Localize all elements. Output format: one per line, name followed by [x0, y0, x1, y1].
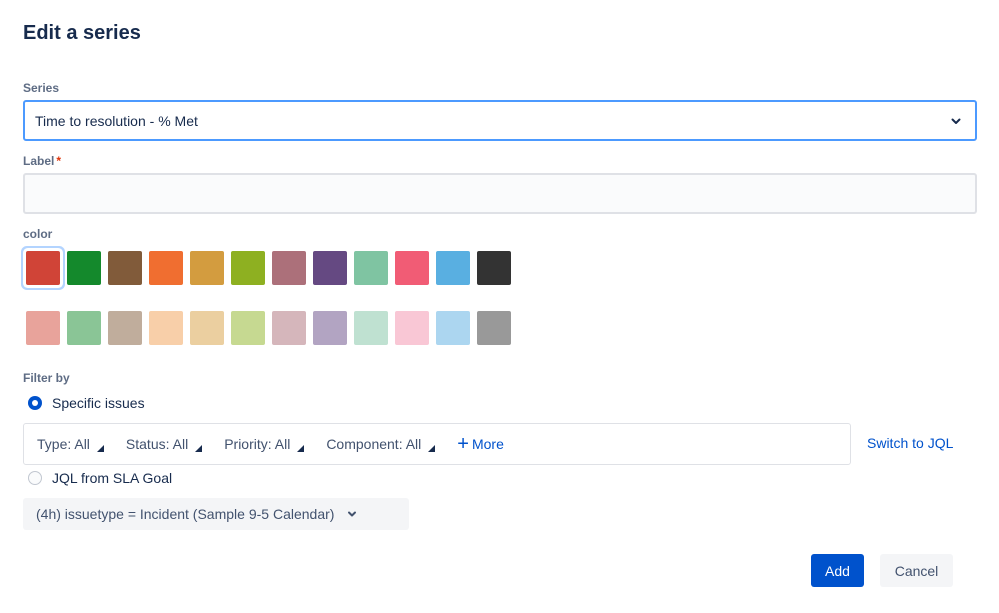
plus-icon: + — [457, 433, 469, 455]
color-swatch-wrap — [272, 251, 313, 285]
color-swatch-wrap — [477, 311, 518, 345]
color-swatch-wrap — [67, 311, 108, 345]
color-swatch-wrap — [272, 311, 313, 345]
filter-dropdown-label: Type: All — [37, 436, 90, 452]
filter-dropdown[interactable]: Status: All — [125, 436, 203, 452]
filter-by-label: Filter by — [23, 371, 70, 385]
label-field-label: Label * — [23, 154, 62, 168]
radio-checked[interactable] — [28, 396, 42, 410]
filter-bar: Type: All Status: All Priority: All Compone… — [23, 423, 851, 465]
color-swatch-wrap — [436, 311, 477, 345]
color-swatch-wrap — [313, 311, 354, 345]
dropdown-triangle-icon — [195, 444, 203, 452]
filter-dropdown[interactable]: Type: All — [37, 436, 104, 452]
color-swatch[interactable] — [272, 251, 306, 285]
color-swatch-wrap — [26, 251, 67, 285]
switch-to-jql-link[interactable]: Switch to JQL — [867, 435, 953, 451]
sla-goal-value: (4h) issuetype = Incident (Sample 9-5 Ca… — [36, 506, 335, 522]
color-swatch[interactable] — [190, 311, 224, 345]
color-swatch-row-2 — [26, 311, 518, 345]
more-filters-button[interactable]: + More — [457, 434, 504, 454]
dropdown-triangle-icon — [96, 444, 104, 452]
color-swatch-row-1 — [26, 251, 518, 285]
color-swatch[interactable] — [477, 311, 511, 345]
add-button[interactable]: Add — [811, 554, 864, 587]
color-swatch-wrap — [231, 311, 272, 345]
color-swatch[interactable] — [26, 251, 60, 285]
color-swatch[interactable] — [67, 251, 101, 285]
color-swatch[interactable] — [436, 311, 470, 345]
jql-from-sla-goal-label: JQL from SLA Goal — [52, 470, 173, 486]
color-swatch-wrap — [436, 251, 477, 285]
filter-dropdown-label: Status: All — [125, 436, 189, 452]
color-swatch[interactable] — [67, 311, 101, 345]
specific-issues-option[interactable]: Specific issues — [28, 395, 145, 411]
specific-issues-label: Specific issues — [52, 395, 145, 411]
color-swatch[interactable] — [354, 251, 388, 285]
chevron-down-icon — [951, 118, 961, 124]
dropdown-triangle-icon — [428, 444, 436, 452]
filter-dropdown-label: Priority: All — [224, 436, 291, 452]
color-swatch-wrap — [231, 251, 272, 285]
required-marker: * — [56, 154, 62, 168]
color-swatch-wrap — [190, 311, 231, 345]
color-swatch[interactable] — [313, 251, 347, 285]
radio-unchecked[interactable] — [28, 471, 42, 485]
series-select[interactable]: Time to resolution - % Met — [23, 100, 977, 141]
color-swatch[interactable] — [108, 311, 142, 345]
color-swatch-wrap — [26, 311, 67, 345]
sla-goal-select[interactable]: (4h) issuetype = Incident (Sample 9-5 Ca… — [23, 498, 409, 530]
color-swatch[interactable] — [190, 251, 224, 285]
color-swatch[interactable] — [436, 251, 470, 285]
color-swatch-wrap — [149, 251, 190, 285]
color-swatch[interactable] — [354, 311, 388, 345]
color-swatch[interactable] — [477, 251, 511, 285]
color-swatch-wrap — [108, 251, 149, 285]
color-swatch-wrap — [354, 311, 395, 345]
more-label: More — [471, 436, 504, 452]
dropdown-triangle-icon — [297, 444, 305, 452]
filter-dropdown[interactable]: Component: All — [326, 436, 436, 452]
color-swatch-wrap — [395, 251, 436, 285]
color-swatch[interactable] — [26, 311, 60, 345]
filter-dropdown[interactable]: Priority: All — [224, 436, 305, 452]
color-swatch[interactable] — [231, 311, 265, 345]
color-label: color — [23, 227, 53, 241]
color-swatch-wrap — [354, 251, 395, 285]
label-input[interactable] — [23, 173, 977, 214]
color-swatch[interactable] — [231, 251, 265, 285]
color-swatch[interactable] — [395, 251, 429, 285]
jql-from-sla-goal-option[interactable]: JQL from SLA Goal — [28, 470, 172, 486]
color-swatch-wrap — [477, 251, 518, 285]
color-swatch[interactable] — [272, 311, 306, 345]
color-swatch[interactable] — [149, 251, 183, 285]
color-swatch-wrap — [108, 311, 149, 345]
color-swatch[interactable] — [149, 311, 183, 345]
series-label: Series — [23, 81, 60, 95]
color-swatch-wrap — [67, 251, 108, 285]
series-select-value: Time to resolution - % Met — [35, 112, 198, 129]
color-swatch-wrap — [395, 311, 436, 345]
color-swatch-wrap — [190, 251, 231, 285]
chevron-down-icon — [348, 511, 357, 517]
dialog-title: Edit a series — [23, 22, 141, 44]
color-swatch[interactable] — [108, 251, 142, 285]
color-swatch-wrap — [149, 311, 190, 345]
color-swatch[interactable] — [395, 311, 429, 345]
cancel-button[interactable]: Cancel — [880, 554, 953, 587]
color-swatch-wrap — [313, 251, 354, 285]
color-swatch[interactable] — [313, 311, 347, 345]
filter-dropdown-label: Component: All — [326, 436, 422, 452]
